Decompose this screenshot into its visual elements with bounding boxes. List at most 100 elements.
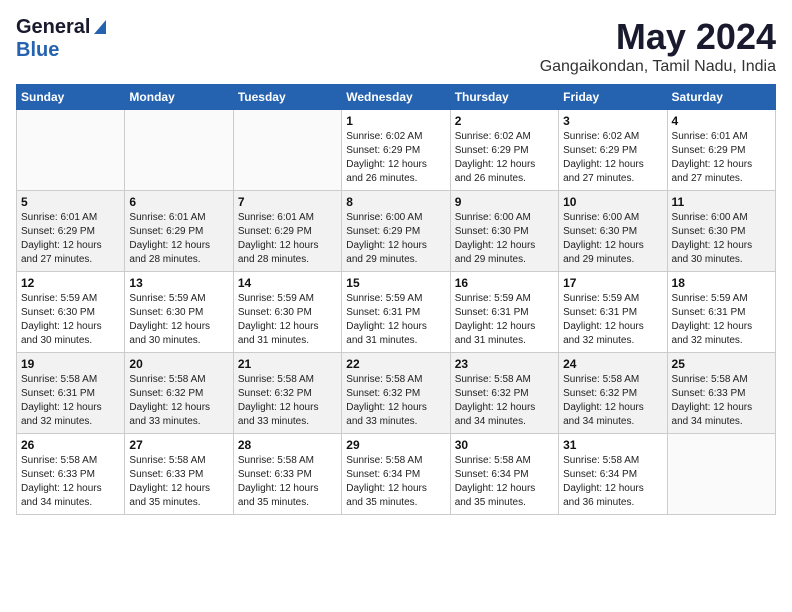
table-row: 16 Sunrise: 5:59 AMSunset: 6:31 PMDayligh…	[450, 272, 558, 353]
day-number: 4	[672, 114, 771, 128]
day-info: Sunrise: 5:58 AMSunset: 6:34 PMDaylight:…	[563, 454, 662, 510]
day-number: 6	[129, 195, 228, 209]
table-row	[125, 110, 233, 191]
day-info: Sunrise: 6:00 AMSunset: 6:29 PMDaylight:…	[346, 211, 445, 267]
day-info: Sunrise: 5:58 AMSunset: 6:31 PMDaylight:…	[21, 373, 120, 429]
day-info: Sunrise: 5:59 AMSunset: 6:30 PMDaylight:…	[129, 292, 228, 348]
day-number: 17	[563, 276, 662, 290]
day-number: 28	[238, 438, 337, 452]
day-number: 14	[238, 276, 337, 290]
table-row: 7Sunrise: 6:01 AMSunset: 6:29 PMDaylight…	[233, 191, 341, 272]
day-number: 1	[346, 114, 445, 128]
logo-blue: Blue	[16, 39, 59, 61]
col-thursday: Thursday	[450, 85, 558, 110]
table-row: 4 Sunrise: 6:01 AMSunset: 6:29 PMDaylight…	[667, 110, 775, 191]
day-number: 16	[455, 276, 554, 290]
table-row: 25 Sunrise: 5:58 AMSunset: 6:33 PMDayligh…	[667, 353, 775, 434]
day-info: Sunrise: 5:58 AMSunset: 6:34 PMDaylight:…	[346, 454, 445, 510]
day-info: Sunrise: 5:58 AMSunset: 6:32 PMDaylight:…	[238, 373, 337, 429]
day-info: Sunrise: 5:58 AMSunset: 6:33 PMDaylight:…	[238, 454, 337, 510]
day-number: 31	[563, 438, 662, 452]
table-row: 17Sunrise: 5:59 AMSunset: 6:31 PMDayligh…	[559, 272, 667, 353]
calendar-week-row: 1 Sunrise: 6:02 AMSunset: 6:29 PMDaylight…	[17, 110, 776, 191]
day-info: Sunrise: 5:59 AMSunset: 6:31 PMDaylight:…	[346, 292, 445, 348]
col-friday: Friday	[559, 85, 667, 110]
day-info: Sunrise: 6:01 AMSunset: 6:29 PMDaylight:…	[672, 130, 771, 186]
day-number: 22	[346, 357, 445, 371]
col-tuesday: Tuesday	[233, 85, 341, 110]
day-number: 20	[129, 357, 228, 371]
day-info: Sunrise: 5:59 AMSunset: 6:31 PMDaylight:…	[672, 292, 771, 348]
day-info: Sunrise: 5:59 AMSunset: 6:31 PMDaylight:…	[455, 292, 554, 348]
table-row: 28 Sunrise: 5:58 AMSunset: 6:33 PMDayligh…	[233, 434, 341, 515]
table-row: 11 Sunrise: 6:00 AMSunset: 6:30 PMDayligh…	[667, 191, 775, 272]
table-row	[667, 434, 775, 515]
day-number: 21	[238, 357, 337, 371]
day-number: 13	[129, 276, 228, 290]
col-monday: Monday	[125, 85, 233, 110]
day-number: 7	[238, 195, 337, 209]
day-number: 2	[455, 114, 554, 128]
day-info: Sunrise: 6:02 AMSunset: 6:29 PMDaylight:…	[346, 130, 445, 186]
day-number: 11	[672, 195, 771, 209]
day-number: 27	[129, 438, 228, 452]
day-number: 26	[21, 438, 120, 452]
table-row: 10 Sunrise: 6:00 AMSunset: 6:30 PMDayligh…	[559, 191, 667, 272]
day-info: Sunrise: 6:00 AMSunset: 6:30 PMDaylight:…	[455, 211, 554, 267]
day-info: Sunrise: 5:58 AMSunset: 6:32 PMDaylight:…	[455, 373, 554, 429]
table-row: 24Sunrise: 5:58 AMSunset: 6:32 PMDayligh…	[559, 353, 667, 434]
col-sunday: Sunday	[17, 85, 125, 110]
day-number: 3	[563, 114, 662, 128]
day-info: Sunrise: 5:58 AMSunset: 6:32 PMDaylight:…	[563, 373, 662, 429]
day-number: 5	[21, 195, 120, 209]
table-row: 15 Sunrise: 5:59 AMSunset: 6:31 PMDayligh…	[342, 272, 450, 353]
table-row: 20 Sunrise: 5:58 AMSunset: 6:32 PMDayligh…	[125, 353, 233, 434]
day-info: Sunrise: 6:00 AMSunset: 6:30 PMDaylight:…	[672, 211, 771, 267]
day-number: 15	[346, 276, 445, 290]
table-row: 2 Sunrise: 6:02 AMSunset: 6:29 PMDaylight…	[450, 110, 558, 191]
day-number: 19	[21, 357, 120, 371]
calendar-header-row: Sunday Monday Tuesday Wednesday Thursday…	[17, 85, 776, 110]
table-row: 9Sunrise: 6:00 AMSunset: 6:30 PMDaylight…	[450, 191, 558, 272]
calendar-week-row: 19 Sunrise: 5:58 AMSunset: 6:31 PMDayligh…	[17, 353, 776, 434]
day-info: Sunrise: 6:01 AMSunset: 6:29 PMDaylight:…	[129, 211, 228, 267]
table-row: 14 Sunrise: 5:59 AMSunset: 6:30 PMDayligh…	[233, 272, 341, 353]
table-row: 18 Sunrise: 5:59 AMSunset: 6:31 PMDayligh…	[667, 272, 775, 353]
table-row: 23 Sunrise: 5:58 AMSunset: 6:32 PMDayligh…	[450, 353, 558, 434]
day-number: 25	[672, 357, 771, 371]
day-info: Sunrise: 6:00 AMSunset: 6:30 PMDaylight:…	[563, 211, 662, 267]
calendar-week-row: 26 Sunrise: 5:58 AMSunset: 6:33 PMDayligh…	[17, 434, 776, 515]
table-row: 3 Sunrise: 6:02 AMSunset: 6:29 PMDaylight…	[559, 110, 667, 191]
calendar-week-row: 5 Sunrise: 6:01 AMSunset: 6:29 PMDaylight…	[17, 191, 776, 272]
day-number: 10	[563, 195, 662, 209]
day-info: Sunrise: 5:58 AMSunset: 6:32 PMDaylight:…	[346, 373, 445, 429]
table-row: 31 Sunrise: 5:58 AMSunset: 6:34 PMDayligh…	[559, 434, 667, 515]
table-row: 12Sunrise: 5:59 AMSunset: 6:30 PMDayligh…	[17, 272, 125, 353]
title-block: May 2024 Gangaikondan, Tamil Nadu, India	[540, 16, 776, 76]
table-row: 29Sunrise: 5:58 AMSunset: 6:34 PMDayligh…	[342, 434, 450, 515]
day-info: Sunrise: 5:58 AMSunset: 6:33 PMDaylight:…	[129, 454, 228, 510]
table-row: 13 Sunrise: 5:59 AMSunset: 6:30 PMDayligh…	[125, 272, 233, 353]
table-row: 21 Sunrise: 5:58 AMSunset: 6:32 PMDayligh…	[233, 353, 341, 434]
day-info: Sunrise: 6:02 AMSunset: 6:29 PMDaylight:…	[455, 130, 554, 186]
table-row: 22 Sunrise: 5:58 AMSunset: 6:32 PMDayligh…	[342, 353, 450, 434]
day-number: 12	[21, 276, 120, 290]
day-info: Sunrise: 6:02 AMSunset: 6:29 PMDaylight:…	[563, 130, 662, 186]
page-header: General Blue May 2024 Gangaikondan, Tami…	[16, 16, 776, 76]
table-row: 6 Sunrise: 6:01 AMSunset: 6:29 PMDaylight…	[125, 191, 233, 272]
day-info: Sunrise: 5:58 AMSunset: 6:32 PMDaylight:…	[129, 373, 228, 429]
day-info: Sunrise: 5:58 AMSunset: 6:33 PMDaylight:…	[672, 373, 771, 429]
table-row: 19 Sunrise: 5:58 AMSunset: 6:31 PMDayligh…	[17, 353, 125, 434]
col-saturday: Saturday	[667, 85, 775, 110]
day-info: Sunrise: 5:59 AMSunset: 6:30 PMDaylight:…	[238, 292, 337, 348]
day-number: 23	[455, 357, 554, 371]
day-info: Sunrise: 6:01 AMSunset: 6:29 PMDaylight:…	[21, 211, 120, 267]
table-row: 30Sunrise: 5:58 AMSunset: 6:34 PMDayligh…	[450, 434, 558, 515]
day-number: 18	[672, 276, 771, 290]
day-number: 8	[346, 195, 445, 209]
logo: General Blue	[16, 16, 106, 62]
table-row: 5 Sunrise: 6:01 AMSunset: 6:29 PMDaylight…	[17, 191, 125, 272]
col-wednesday: Wednesday	[342, 85, 450, 110]
table-row: 26Sunrise: 5:58 AMSunset: 6:33 PMDayligh…	[17, 434, 125, 515]
logo-triangle-icon	[92, 18, 106, 39]
